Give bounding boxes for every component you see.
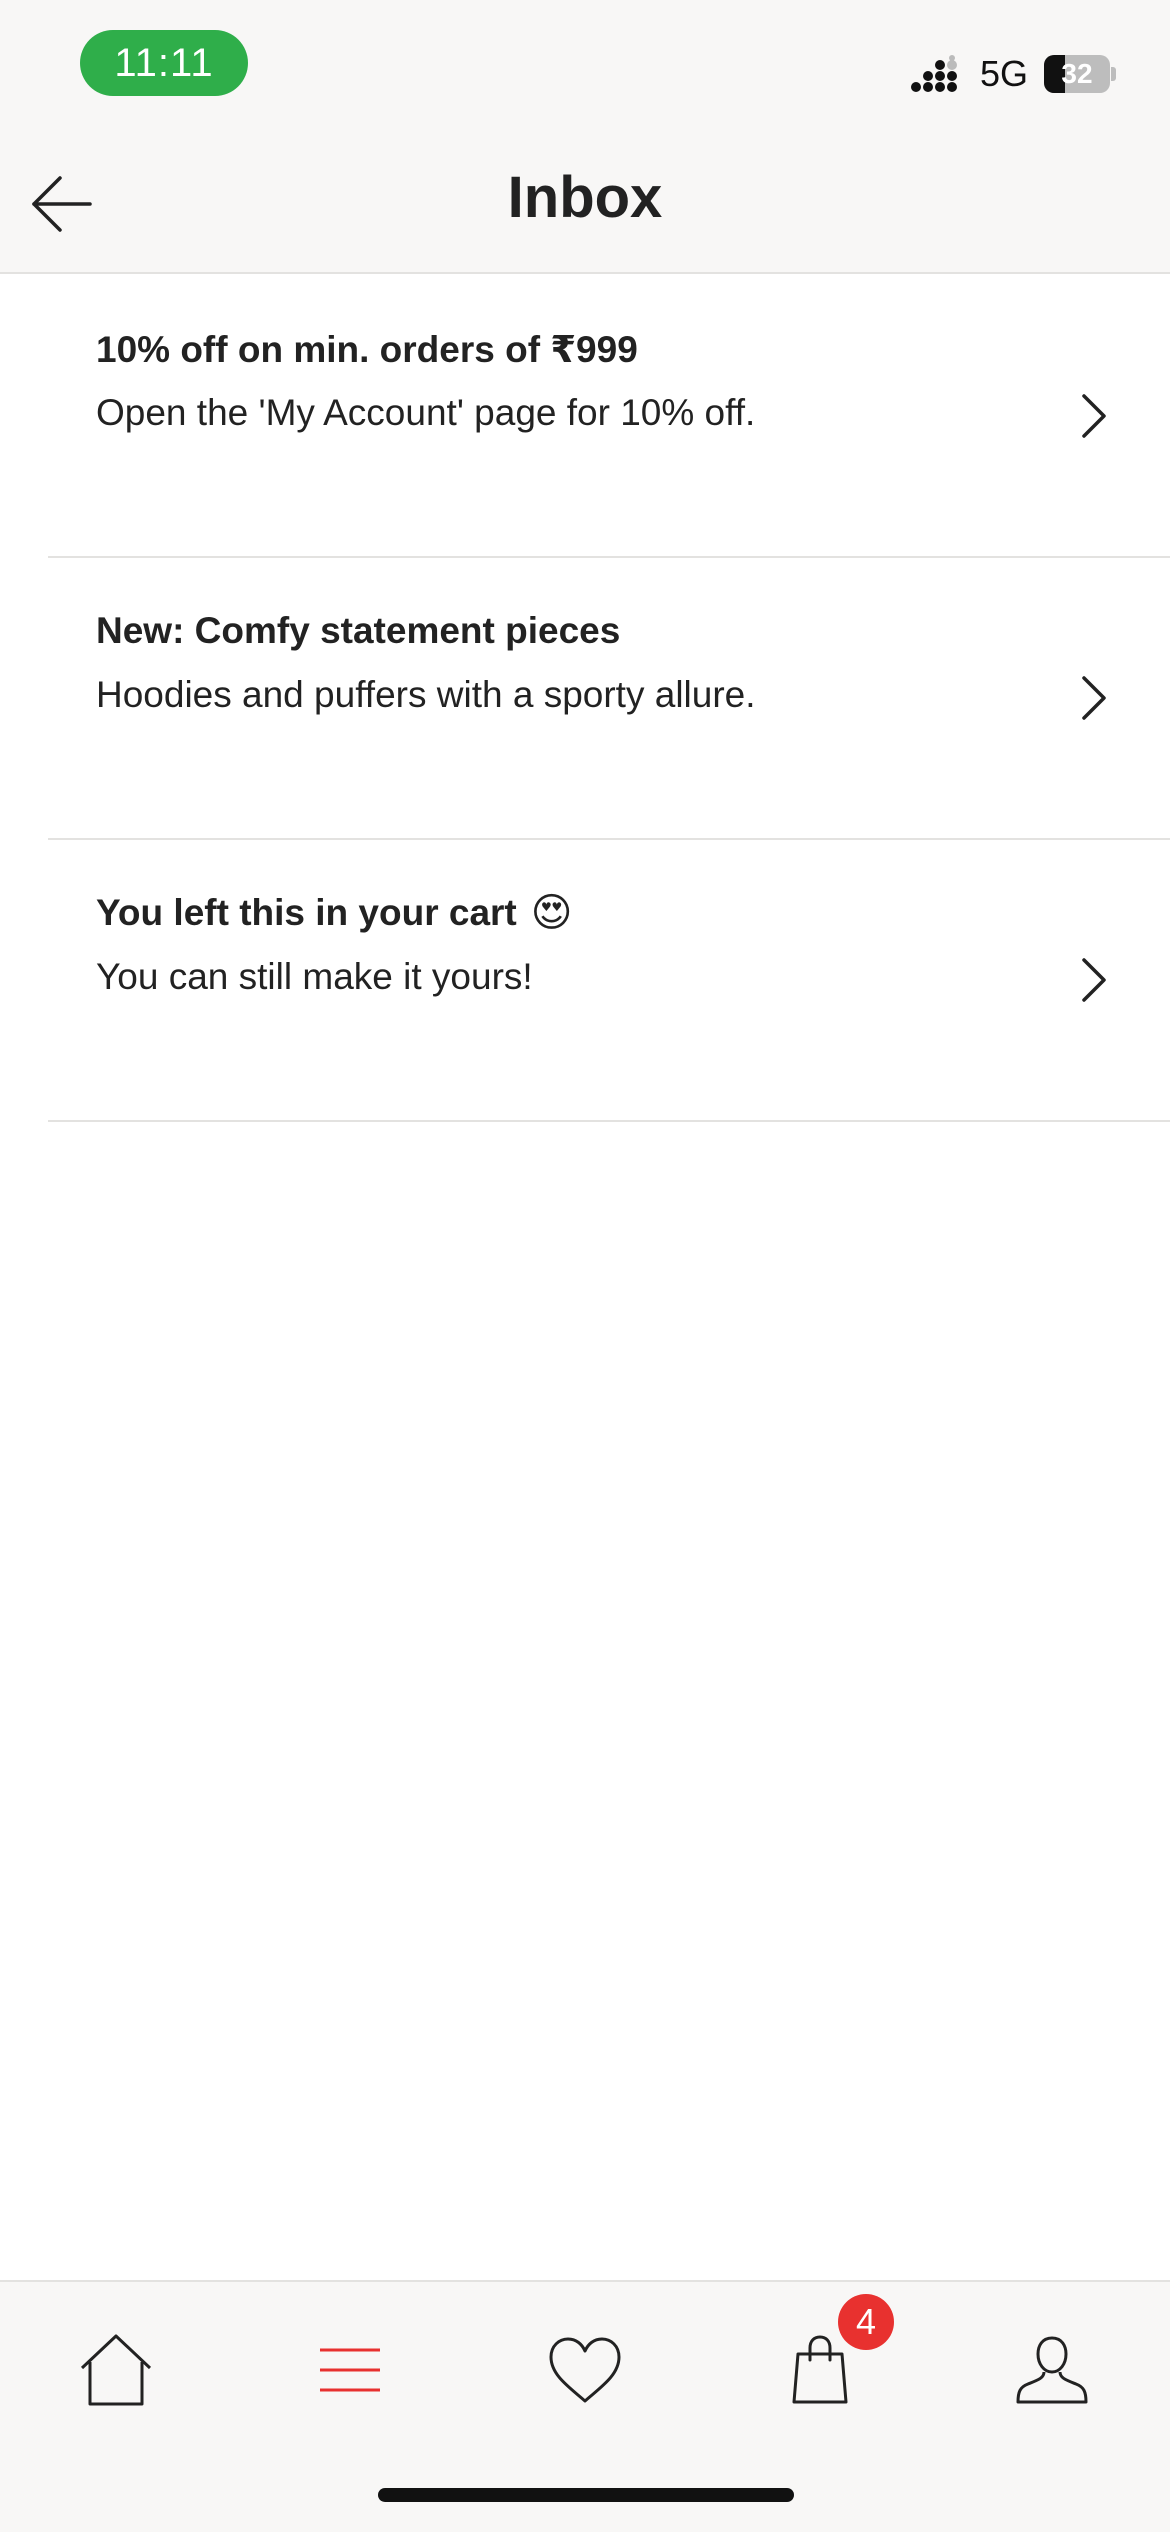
cellular-signal-icon bbox=[910, 55, 957, 92]
inbox-item-body: Open the 'My Account' page for 10% off. bbox=[96, 392, 756, 433]
top-bar: 11:11 5G 32 Inbox bbox=[0, 0, 1170, 274]
inbox-item-title: New: Comfy statement pieces bbox=[96, 610, 620, 652]
cart-count-badge: 4 bbox=[838, 2294, 894, 2350]
inbox-item-title: You left this in your cart 😍 bbox=[96, 892, 572, 934]
shopping-bag-icon bbox=[792, 2335, 848, 2404]
menu-icon bbox=[320, 2348, 380, 2392]
heart-eyes-emoji-icon: 😍 bbox=[530, 891, 573, 935]
home-icon bbox=[80, 2334, 152, 2406]
page-title: Inbox bbox=[507, 165, 663, 230]
inbox-item-title: 10% off on min. orders of ₹999 bbox=[96, 328, 638, 371]
nav-home[interactable] bbox=[66, 2320, 166, 2420]
nav-account[interactable] bbox=[1002, 2320, 1102, 2420]
inbox-item-body: You can still make it yours! bbox=[96, 956, 533, 997]
inbox-item-new-arrivals[interactable]: New: Comfy statement pieces Hoodies and … bbox=[0, 558, 1170, 840]
inbox-item-title-text: 10% off on min. orders of ₹999 bbox=[96, 329, 638, 370]
profile-icon bbox=[1016, 2336, 1088, 2404]
chevron-right-icon bbox=[1082, 958, 1106, 1002]
inbox-item-title-text: New: Comfy statement pieces bbox=[96, 610, 621, 651]
inbox-item-title-text: You left this in your cart bbox=[96, 892, 517, 933]
network-type: 5G bbox=[979, 53, 1028, 94]
home-indicator bbox=[378, 2488, 794, 2502]
battery-icon: 32 bbox=[1044, 55, 1116, 93]
inbox-list: 10% off on min. orders of ₹999 Open the … bbox=[0, 276, 1170, 1122]
nav-favorites[interactable] bbox=[535, 2320, 635, 2420]
inbox-item-discount[interactable]: 10% off on min. orders of ₹999 Open the … bbox=[0, 276, 1170, 558]
status-indicators: 5G 32 bbox=[910, 44, 1116, 104]
battery-level: 32 bbox=[1061, 58, 1093, 89]
inbox-item-cart-reminder[interactable]: You left this in your cart 😍 You can sti… bbox=[0, 840, 1170, 1122]
chevron-right-icon bbox=[1082, 676, 1106, 720]
chevron-right-icon bbox=[1082, 394, 1106, 438]
nav-menu[interactable] bbox=[300, 2320, 400, 2420]
heart-icon bbox=[549, 2337, 621, 2403]
inbox-item-body: Hoodies and puffers with a sporty allure… bbox=[96, 674, 756, 715]
status-time: 11:11 bbox=[80, 30, 248, 96]
screen: 11:11 5G 32 Inbox 10% off on min. orders… bbox=[0, 0, 1170, 2532]
divider bbox=[48, 1120, 1170, 1122]
